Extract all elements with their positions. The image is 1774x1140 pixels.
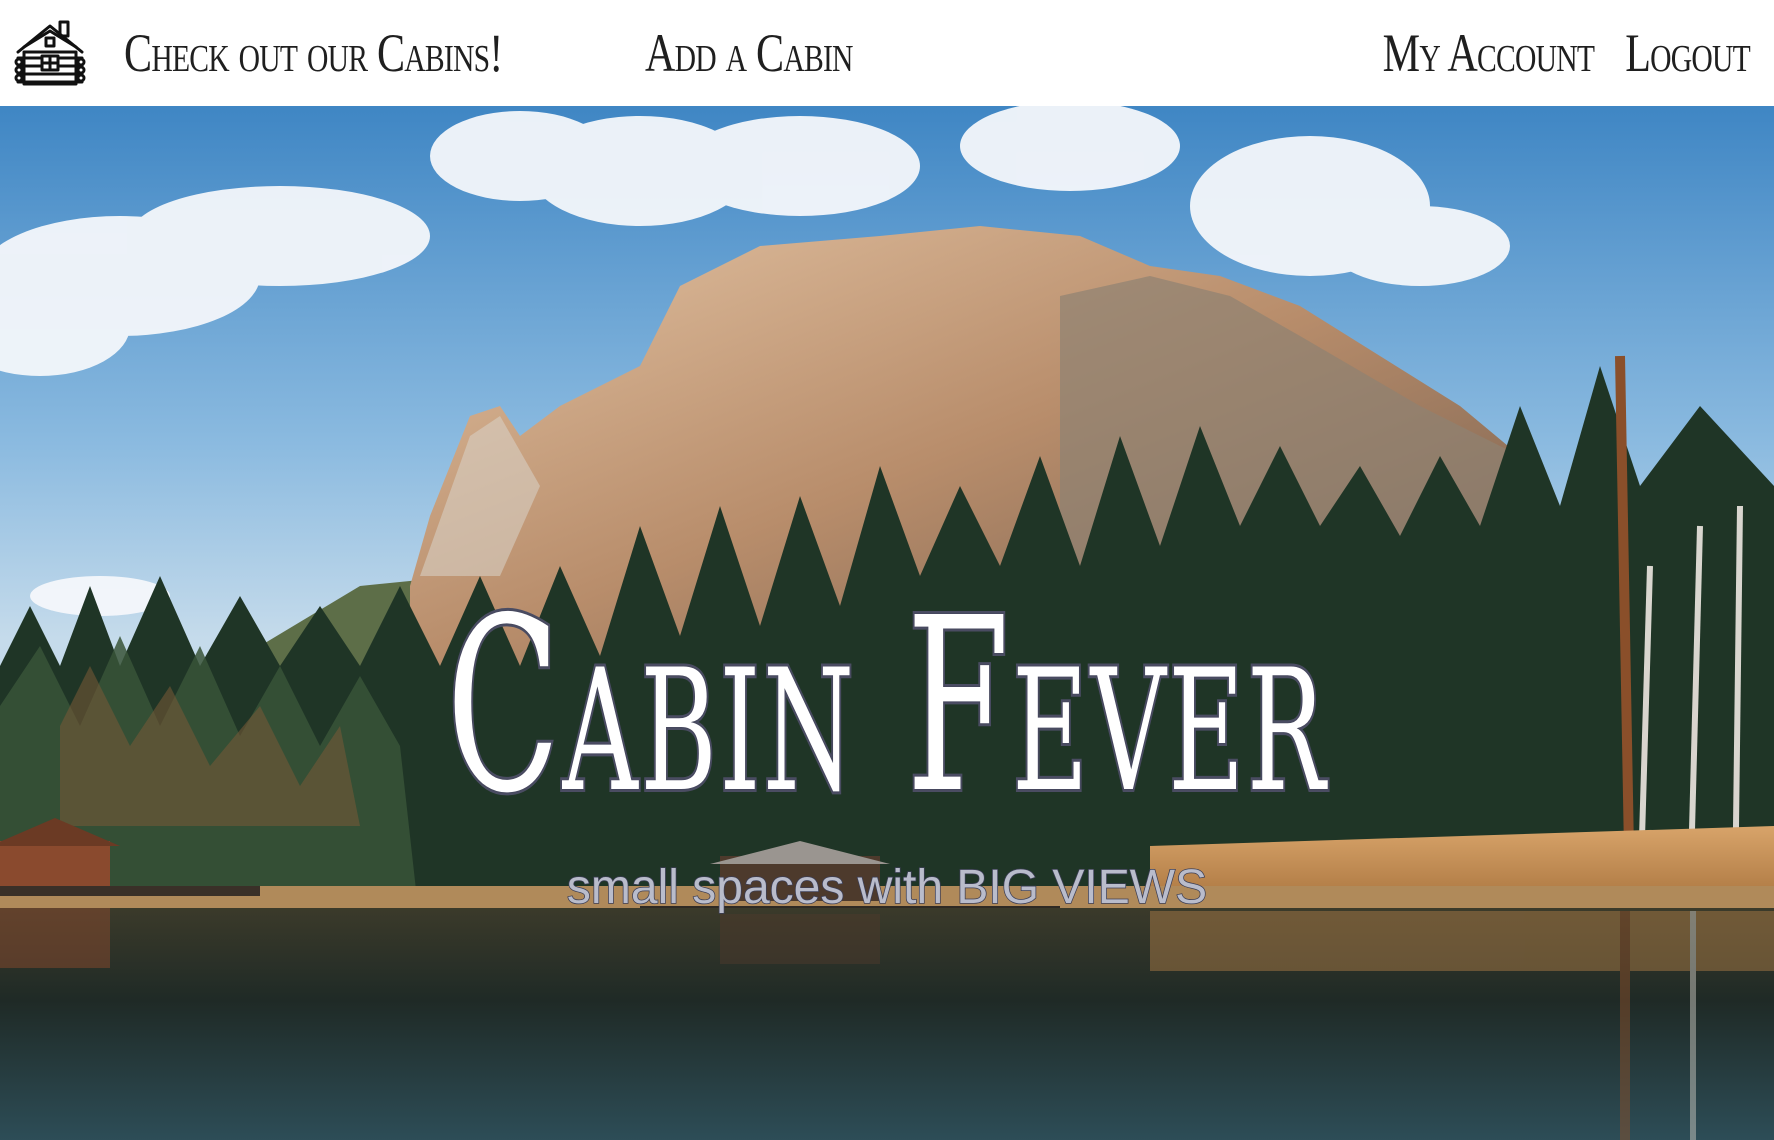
hero-section: Cabin Fever small spaces with BIG VIEWS bbox=[0, 106, 1774, 1140]
hero-title: Cabin Fever bbox=[444, 566, 1328, 846]
nav-link-logout[interactable]: Logout bbox=[1625, 26, 1751, 80]
nav-right-group: My Account Logout bbox=[1323, 26, 1750, 80]
nav-link-cabins[interactable]: Check out our Cabins! bbox=[124, 26, 503, 80]
top-navbar: Check out our Cabins! Add a Cabin My Acc… bbox=[0, 0, 1774, 106]
log-cabin-icon[interactable] bbox=[14, 16, 86, 90]
nav-link-add-cabin[interactable]: Add a Cabin bbox=[645, 26, 853, 80]
hero-subtitle: small spaces with BIG VIEWS bbox=[566, 861, 1208, 914]
nav-left-group: Check out our Cabins! Add a Cabin bbox=[14, 16, 860, 90]
nav-link-my-account[interactable]: My Account bbox=[1382, 26, 1594, 80]
